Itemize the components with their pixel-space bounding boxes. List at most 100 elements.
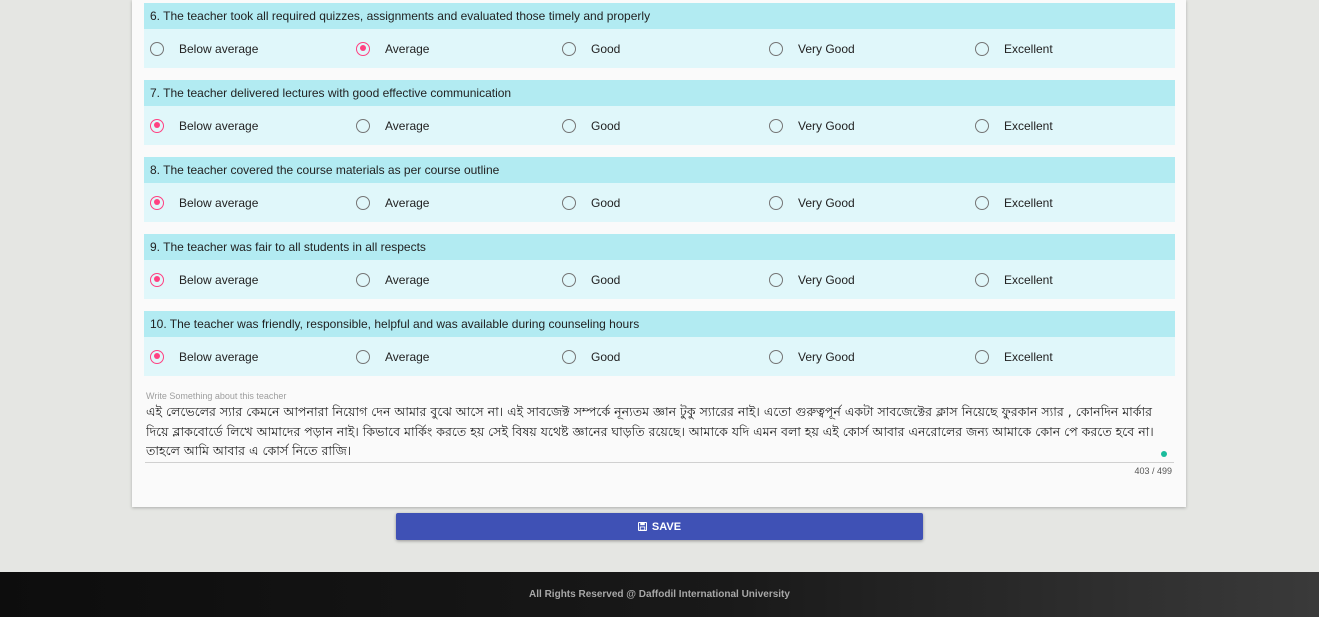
rating-option[interactable]: Good (556, 106, 620, 145)
radio-checked-icon[interactable] (150, 118, 164, 133)
question-text: 8. The teacher covered the course materi… (144, 157, 1175, 183)
radio-unchecked-icon[interactable] (562, 118, 576, 133)
question-text: 6. The teacher took all required quizzes… (144, 3, 1175, 29)
radio-unchecked-icon[interactable] (769, 41, 783, 56)
rating-option[interactable]: Below average (144, 260, 258, 299)
rating-option[interactable]: Excellent (969, 183, 1053, 222)
rating-option[interactable]: Excellent (969, 260, 1053, 299)
radio-unchecked-icon[interactable] (356, 195, 370, 210)
rating-option[interactable]: Good (556, 29, 620, 68)
comment-textarea[interactable]: এই লেভেলের স্যার কেমনে আপনারা নিয়োগ দেন… (146, 402, 1156, 462)
radio-unchecked-icon[interactable] (562, 272, 576, 287)
rating-option[interactable]: Below average (144, 106, 258, 145)
comment-underline (145, 462, 1174, 463)
radio-unchecked-icon[interactable] (562, 41, 576, 56)
radio-unchecked-icon[interactable] (150, 41, 164, 56)
rating-options: Below average Average Good Very Good Excelle… (144, 29, 1175, 68)
rating-options: Below average Average Good Very Good Excelle… (144, 106, 1175, 145)
rating-option[interactable]: Very Good (763, 260, 855, 299)
radio-checked-icon[interactable] (150, 272, 164, 287)
radio-unchecked-icon[interactable] (769, 195, 783, 210)
save-button[interactable]: SAVE (396, 513, 923, 540)
radio-unchecked-icon[interactable] (975, 118, 989, 133)
character-counter: 403 / 499 (1134, 466, 1172, 476)
evaluation-form-card: 6. The teacher took all required quizzes… (132, 0, 1186, 507)
radio-unchecked-icon[interactable] (356, 118, 370, 133)
rating-option-label: Excellent (1004, 195, 1053, 210)
rating-option-label: Average (385, 272, 430, 287)
rating-option[interactable]: Excellent (969, 106, 1053, 145)
rating-option-label: Good (591, 272, 621, 287)
rating-option-label: Average (385, 118, 430, 133)
rating-option-label: Excellent (1004, 41, 1053, 56)
question-block: 9. The teacher was fair to all students … (144, 234, 1175, 299)
rating-option[interactable]: Average (350, 106, 429, 145)
rating-option-label: Below average (179, 272, 259, 287)
rating-option[interactable]: Good (556, 337, 620, 376)
save-button-label: SAVE (651, 520, 682, 533)
question-text: 10. The teacher was friendly, responsibl… (144, 311, 1175, 337)
rating-option-label: Below average (179, 41, 259, 56)
rating-option-label: Good (591, 41, 621, 56)
radio-checked-icon[interactable] (150, 349, 164, 364)
rating-option-label: Average (385, 349, 430, 364)
radio-unchecked-icon[interactable] (769, 118, 783, 133)
radio-unchecked-icon[interactable] (356, 272, 370, 287)
rating-options: Below average Average Good Very Good Excelle… (144, 337, 1175, 376)
rating-option-label: Excellent (1004, 272, 1053, 287)
rating-option-label: Excellent (1004, 118, 1053, 133)
rating-option-label: Very Good (798, 195, 855, 210)
rating-options: Below average Average Good Very Good Excelle… (144, 260, 1175, 299)
status-dot-icon (1161, 451, 1167, 457)
rating-options: Below average Average Good Very Good Excelle… (144, 183, 1175, 222)
question-text: 9. The teacher was fair to all students … (144, 234, 1175, 260)
question-text: 7. The teacher delivered lectures with g… (144, 80, 1175, 106)
radio-unchecked-icon[interactable] (562, 349, 576, 364)
rating-option[interactable]: Below average (144, 29, 258, 68)
question-block: 7. The teacher delivered lectures with g… (144, 80, 1175, 145)
radio-checked-icon[interactable] (150, 195, 164, 210)
rating-option-label: Very Good (798, 41, 855, 56)
rating-option-label: Below average (179, 349, 259, 364)
rating-option-label: Average (385, 41, 430, 56)
radio-unchecked-icon[interactable] (769, 349, 783, 364)
floppy-disk-icon (637, 522, 647, 531)
rating-option[interactable]: Average (350, 260, 429, 299)
rating-option[interactable]: Below average (144, 183, 258, 222)
radio-checked-icon[interactable] (356, 41, 370, 56)
rating-option-label: Below average (179, 195, 259, 210)
rating-option[interactable]: Below average (144, 337, 258, 376)
rating-option[interactable]: Very Good (763, 337, 855, 376)
rating-option[interactable]: Excellent (969, 29, 1053, 68)
radio-unchecked-icon[interactable] (975, 272, 989, 287)
footer: All Rights Reserved @ Daffodil Internati… (0, 572, 1319, 617)
rating-option[interactable]: Very Good (763, 106, 855, 145)
rating-option-label: Good (591, 195, 621, 210)
rating-option-label: Very Good (798, 349, 855, 364)
rating-option[interactable]: Good (556, 260, 620, 299)
comment-label: Write Something about this teacher (146, 391, 287, 401)
radio-unchecked-icon[interactable] (975, 349, 989, 364)
radio-unchecked-icon[interactable] (975, 41, 989, 56)
rating-option-label: Good (591, 118, 621, 133)
rating-option[interactable]: Average (350, 337, 429, 376)
rating-option-label: Very Good (798, 118, 855, 133)
rating-option-label: Good (591, 349, 621, 364)
radio-unchecked-icon[interactable] (975, 195, 989, 210)
radio-unchecked-icon[interactable] (769, 272, 783, 287)
rating-option[interactable]: Average (350, 183, 429, 222)
radio-unchecked-icon[interactable] (562, 195, 576, 210)
rating-option-label: Very Good (798, 272, 855, 287)
rating-option-label: Excellent (1004, 349, 1053, 364)
rating-option-label: Below average (179, 118, 259, 133)
question-block: 10. The teacher was friendly, responsibl… (144, 311, 1175, 376)
rating-option[interactable]: Excellent (969, 337, 1053, 376)
question-block: 6. The teacher took all required quizzes… (144, 3, 1175, 68)
footer-copyright: All Rights Reserved @ Daffodil Internati… (529, 589, 790, 600)
rating-option-label: Average (385, 195, 430, 210)
radio-unchecked-icon[interactable] (356, 349, 370, 364)
rating-option[interactable]: Good (556, 183, 620, 222)
rating-option[interactable]: Very Good (763, 183, 855, 222)
rating-option[interactable]: Average (350, 29, 429, 68)
rating-option[interactable]: Very Good (763, 29, 855, 68)
